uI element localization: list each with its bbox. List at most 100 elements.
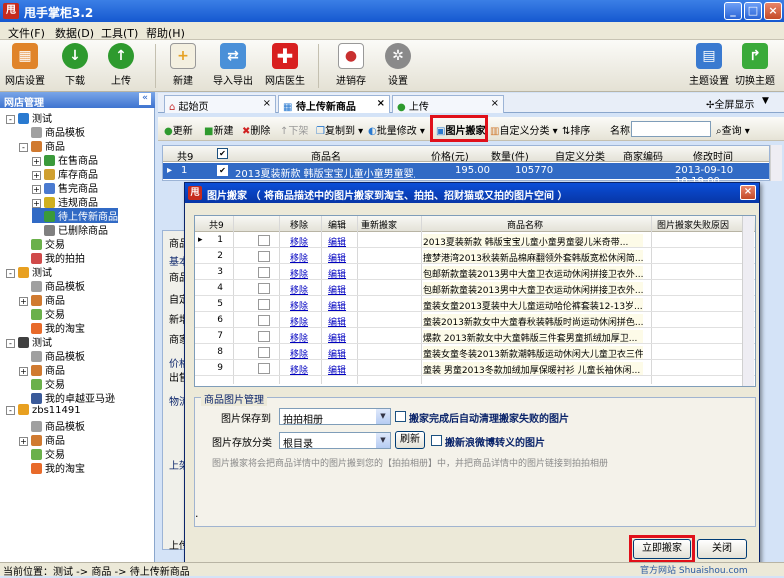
tree-item[interactable]: - 测试 <box>6 110 52 125</box>
edit-link[interactable]: 编辑 <box>328 251 346 264</box>
collapse-panel-button[interactable]: « <box>139 93 151 105</box>
tab-pending-upload[interactable]: ▦ 待上传新商品 × <box>278 95 390 113</box>
image-preview-icon[interactable] <box>258 267 270 278</box>
expand-toggle-icon[interactable]: + <box>19 437 28 446</box>
tree-item[interactable]: 商品模板 <box>19 418 85 433</box>
tree-item[interactable]: 我的淘宝 <box>19 460 85 475</box>
tree-item[interactable]: - zbs11491 <box>6 404 81 416</box>
new-product-button[interactable]: ■新建 <box>204 122 233 137</box>
import-export-button[interactable]: ⇄ 导入导出 <box>208 43 258 87</box>
image-preview-icon[interactable] <box>258 363 270 374</box>
tree-item[interactable]: 交易 <box>19 446 65 461</box>
expand-toggle-icon[interactable]: + <box>32 199 41 208</box>
tree-item[interactable]: 我的卓越亚马逊 <box>19 390 115 405</box>
table-row[interactable]: 5 移除 编辑 童装女童2013夏装中大儿童运动哈伦裤套装12-13岁... <box>195 297 755 312</box>
store-doctor-button[interactable]: ✚ 网店医生 <box>260 43 310 87</box>
tree-item[interactable]: + 售完商品 <box>32 180 98 195</box>
image-preview-icon[interactable] <box>258 283 270 294</box>
expand-toggle-icon[interactable]: - <box>6 339 15 348</box>
close-dialog-button[interactable]: 关闭 <box>697 539 747 559</box>
tree-item[interactable]: 商品模板 <box>19 348 85 363</box>
theme-settings-button[interactable]: ▤ 主题设置 <box>684 43 734 87</box>
sina-weibo-checkbox[interactable] <box>431 435 442 446</box>
menu-file[interactable]: 文件(F) <box>8 25 45 41</box>
menu-data[interactable]: 数据(D) <box>55 25 94 41</box>
expand-toggle-icon[interactable]: + <box>19 297 28 306</box>
edit-link[interactable]: 编辑 <box>328 331 346 344</box>
tree-item[interactable]: + 库存商品 <box>32 166 98 181</box>
image-preview-icon[interactable] <box>258 235 270 246</box>
tree-item[interactable]: + 在售商品 <box>32 152 98 167</box>
dialog-grid-scrollbar[interactable] <box>742 216 754 386</box>
image-preview-icon[interactable] <box>258 299 270 310</box>
menu-help[interactable]: 帮助(H) <box>146 25 185 41</box>
remove-link[interactable]: 移除 <box>290 267 308 280</box>
table-row[interactable]: 9 移除 编辑 童装 男童2013冬款加绒加厚保暖衬衫 儿童长袖休闲... <box>195 361 755 376</box>
table-row[interactable]: ▸ 1 ✔ 2013夏装新款 韩版宝宝儿童小童男童婴儿... 195.00 10… <box>163 163 769 187</box>
expand-toggle-icon[interactable]: - <box>6 406 15 415</box>
table-row[interactable]: 7 移除 编辑 爆款 2013新款女中大童韩版三件套男童抓绒加厚卫... <box>195 329 755 344</box>
take-down-button[interactable]: ↑下架 <box>280 122 308 137</box>
tree-item[interactable]: 交易 <box>19 236 65 251</box>
switch-theme-button[interactable]: ↱ 切换主题 <box>730 43 780 87</box>
remove-link[interactable]: 移除 <box>290 251 308 264</box>
tree-item[interactable]: + 商品 <box>19 292 65 307</box>
edit-link[interactable]: 编辑 <box>328 347 346 360</box>
tree-item[interactable]: - 测试 <box>6 264 52 279</box>
table-row[interactable]: 2 移除 编辑 撞梦港湾2013秋装新品棉麻翻领外套韩版宽松休闲简... <box>195 249 755 264</box>
table-row[interactable]: ▸ 1 移除 编辑 2013夏装新款 韩版宝宝儿童小童男童婴儿米奇带... <box>195 233 755 248</box>
tree-item[interactable]: - 测试 <box>6 334 52 349</box>
remove-link[interactable]: 移除 <box>290 283 308 296</box>
image-preview-icon[interactable] <box>258 251 270 262</box>
tree-item[interactable]: 商品模板 <box>19 278 85 293</box>
row-checkbox[interactable]: ✔ <box>217 165 228 176</box>
image-preview-icon[interactable] <box>258 331 270 342</box>
expand-toggle-icon[interactable]: + <box>19 367 28 376</box>
tree-item[interactable]: 已删除商品 <box>32 222 108 237</box>
remove-link[interactable]: 移除 <box>290 315 308 328</box>
edit-link[interactable]: 编辑 <box>328 267 346 280</box>
new-button[interactable]: + 新建 <box>158 43 208 87</box>
tree-item[interactable]: 商品模板 <box>19 124 85 139</box>
grid-scrollbar[interactable] <box>770 145 782 181</box>
table-row[interactable]: 4 移除 编辑 包邮新款童装2013男中大童卫衣运动休闲拼接卫衣外... <box>195 281 755 296</box>
tree-item[interactable]: + 违规商品 <box>32 194 98 209</box>
refresh-category-button[interactable]: 刷新 <box>395 431 425 449</box>
table-row[interactable]: 8 移除 编辑 童装女童冬装2013新款潮韩版运动休闲大儿童卫衣三件套... <box>195 345 755 360</box>
tree-item[interactable]: 我的淘宝 <box>19 320 85 335</box>
copy-to-button[interactable]: ❐复制到 ▾ <box>316 122 363 137</box>
minimize-button[interactable]: _ <box>724 2 742 20</box>
custom-category-button[interactable]: ▥自定义分类 ▾ <box>490 122 558 137</box>
table-row[interactable]: 6 移除 编辑 童装2013新款女中大童春秋装韩版时尚运动休闲拼色... <box>195 313 755 328</box>
name-search-input[interactable] <box>631 121 711 137</box>
edit-link[interactable]: 编辑 <box>328 363 346 376</box>
edit-link[interactable]: 编辑 <box>328 283 346 296</box>
image-preview-icon[interactable] <box>258 315 270 326</box>
tab-start-page[interactable]: ⌂ 起始页 × <box>164 95 276 113</box>
image-preview-icon[interactable] <box>258 347 270 358</box>
tree-item[interactable]: 待上传新商品 <box>32 208 118 223</box>
search-button[interactable]: ⌕查询 ▾ <box>716 122 750 137</box>
download-button[interactable]: ↓ 下载 <box>50 43 100 87</box>
tabs-dropdown-button[interactable]: ▼ <box>762 96 769 106</box>
tree-item[interactable]: 交易 <box>19 376 65 391</box>
dialog-close-button[interactable]: × <box>740 185 756 200</box>
delete-button[interactable]: ✖删除 <box>242 122 270 137</box>
tree-item[interactable]: + 商品 <box>19 432 65 447</box>
category-select[interactable]: 根目录 ▼ <box>279 432 391 450</box>
remove-link[interactable]: 移除 <box>290 347 308 360</box>
maximize-button[interactable]: □ <box>744 2 762 20</box>
tree-item[interactable]: 我的拍拍 <box>19 250 85 265</box>
upload-button[interactable]: ↑ 上传 <box>96 43 146 87</box>
expand-toggle-icon[interactable]: - <box>6 115 15 124</box>
expand-toggle-icon[interactable]: + <box>32 157 41 166</box>
close-window-button[interactable]: × <box>764 2 782 20</box>
tree-item[interactable]: + 商品 <box>19 362 65 377</box>
menu-tools[interactable]: 工具(T) <box>101 25 138 41</box>
inventory-button[interactable]: ● 进销存 <box>326 43 376 87</box>
select-all-checkbox[interactable]: ✔ <box>217 148 228 159</box>
expand-toggle-icon[interactable]: + <box>32 171 41 180</box>
remove-link[interactable]: 移除 <box>290 235 308 248</box>
remove-link[interactable]: 移除 <box>290 299 308 312</box>
auto-clean-checkbox[interactable] <box>395 411 406 422</box>
